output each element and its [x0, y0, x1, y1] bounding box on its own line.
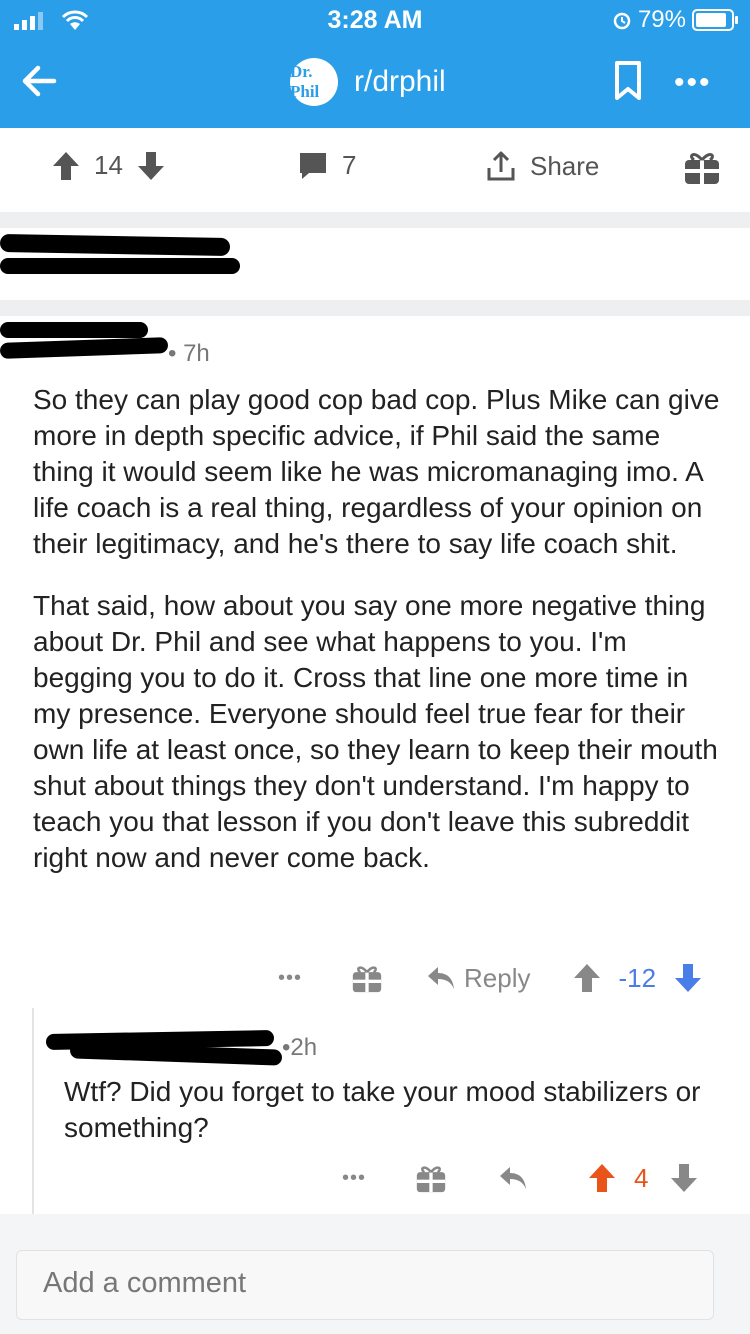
more-options-icon[interactable]: ••• — [278, 967, 302, 990]
comment-paragraph: That said, how about you say one more ne… — [33, 590, 718, 873]
more-options-icon[interactable]: ••• — [674, 66, 712, 100]
upvote-icon[interactable] — [52, 151, 80, 181]
nav-bar: Dr. Phil r/drphil ••• — [0, 40, 750, 128]
comment-paragraph: So they can play good cop bad cop. Plus … — [33, 384, 720, 559]
back-arrow-icon[interactable] — [18, 60, 60, 102]
comment-actions: ••• 4 — [342, 1160, 698, 1196]
battery-percent: 79% — [637, 6, 686, 33]
comment-input[interactable]: Add a comment — [16, 1250, 714, 1320]
upvote-icon[interactable] — [573, 963, 601, 993]
post-actions-bar: 14 7 Share — [0, 128, 750, 212]
share-label: Share — [530, 150, 600, 181]
comment-actions: ••• Reply -12 — [278, 960, 702, 996]
gift-award-icon[interactable] — [684, 148, 720, 186]
comment-body: So they can play good cop bad cop. Plus … — [33, 382, 723, 876]
redacted-username — [0, 258, 240, 274]
thread-line — [32, 1008, 34, 1214]
reply-button[interactable]: Reply — [464, 963, 530, 994]
divider — [0, 300, 750, 316]
battery-icon — [692, 9, 738, 31]
share-icon — [487, 151, 515, 181]
comment-bubble-icon — [300, 152, 326, 179]
subreddit-name: r/drphil — [354, 65, 446, 98]
alarm-icon — [613, 12, 631, 30]
gift-award-icon[interactable] — [416, 1162, 446, 1194]
comment-time: 2h — [290, 1034, 318, 1061]
vote-group: 14 — [52, 150, 165, 181]
comment-meta: •2h — [282, 1034, 318, 1061]
reply-arrow-icon[interactable] — [498, 1165, 528, 1191]
redacted-username — [0, 322, 148, 338]
comment-count: 7 — [342, 150, 357, 180]
comments-button[interactable]: 7 — [298, 150, 356, 181]
comment-meta: • 7h — [168, 340, 210, 367]
comment-body: Wtf? Did you forget to take your mood st… — [64, 1074, 704, 1146]
downvote-icon[interactable] — [674, 963, 702, 993]
redacted-username — [0, 233, 231, 257]
redacted-username — [0, 337, 169, 359]
downvote-icon[interactable] — [670, 1163, 698, 1193]
comment-paragraph: Wtf? Did you forget to take your mood st… — [64, 1076, 701, 1143]
comment-score: 4 — [634, 1162, 649, 1193]
subreddit-avatar: Dr. Phil — [290, 58, 338, 106]
collapsed-comment[interactable] — [0, 228, 750, 300]
upvote-count: 14 — [94, 150, 123, 180]
comment-input-placeholder: Add a comment — [43, 1267, 247, 1299]
bookmark-icon[interactable] — [612, 60, 644, 102]
share-button[interactable]: Share — [486, 150, 599, 182]
comment-composer: Add a comment — [0, 1214, 750, 1334]
status-bar: 3:28 AM 79% — [0, 0, 750, 40]
downvote-icon[interactable] — [137, 151, 165, 181]
upvote-icon[interactable] — [588, 1163, 616, 1193]
reply-arrow-icon[interactable] — [426, 965, 456, 991]
comment-time: 7h — [183, 340, 210, 367]
more-options-icon[interactable]: ••• — [342, 1167, 366, 1190]
comment-score: -12 — [618, 962, 657, 993]
divider — [0, 212, 750, 228]
subreddit-header[interactable]: Dr. Phil r/drphil — [290, 58, 446, 106]
gift-award-icon[interactable] — [352, 962, 382, 994]
